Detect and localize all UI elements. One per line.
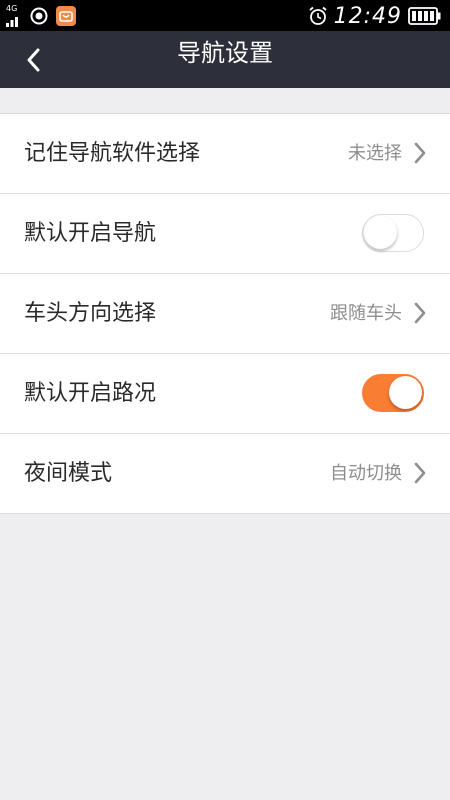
setting-label: 夜间模式: [24, 461, 113, 486]
setting-default-traffic: 默认开启路况: [0, 354, 450, 434]
location-icon: [30, 7, 48, 25]
chevron-right-icon: [412, 301, 428, 325]
setting-remember-nav-app[interactable]: 记住导航软件选择 未选择: [0, 114, 450, 194]
page-title: 导航设置: [177, 39, 273, 67]
network-type-label: 4G: [6, 4, 18, 13]
status-left: 4G: [6, 4, 76, 28]
default-navigation-toggle[interactable]: [362, 214, 424, 252]
status-time: 12:49: [333, 3, 402, 29]
nav-bar: 导航设置: [0, 31, 450, 88]
setting-label: 默认开启导航: [24, 221, 157, 246]
setting-value: 跟随车头: [330, 303, 402, 324]
app-notification-icon: [56, 6, 76, 26]
alarm-clock-icon: [308, 6, 328, 26]
setting-label: 记住导航软件选择: [24, 141, 201, 166]
chevron-right-icon: [412, 141, 428, 165]
status-right: 12:49: [308, 3, 442, 29]
setting-default-navigation: 默认开启导航: [0, 194, 450, 274]
setting-value: 未选择: [348, 143, 402, 164]
battery-icon: [408, 7, 442, 25]
status-bar: 4G 12:49: [0, 0, 450, 31]
chevron-right-icon: [412, 461, 428, 485]
toggle-knob: [389, 376, 422, 409]
default-traffic-toggle[interactable]: [362, 374, 424, 412]
setting-heading-direction[interactable]: 车头方向选择 跟随车头: [0, 274, 450, 354]
setting-label: 默认开启路况: [24, 381, 157, 406]
settings-list: 记住导航软件选择 未选择 默认开启导航 车头方向选择 跟随车头 默认开启路况 夜…: [0, 113, 450, 514]
toggle-knob: [364, 216, 397, 249]
setting-value: 自动切换: [330, 463, 402, 484]
setting-night-mode[interactable]: 夜间模式 自动切换: [0, 434, 450, 513]
signal-icon: 4G: [6, 4, 22, 27]
setting-label: 车头方向选择: [24, 301, 157, 326]
